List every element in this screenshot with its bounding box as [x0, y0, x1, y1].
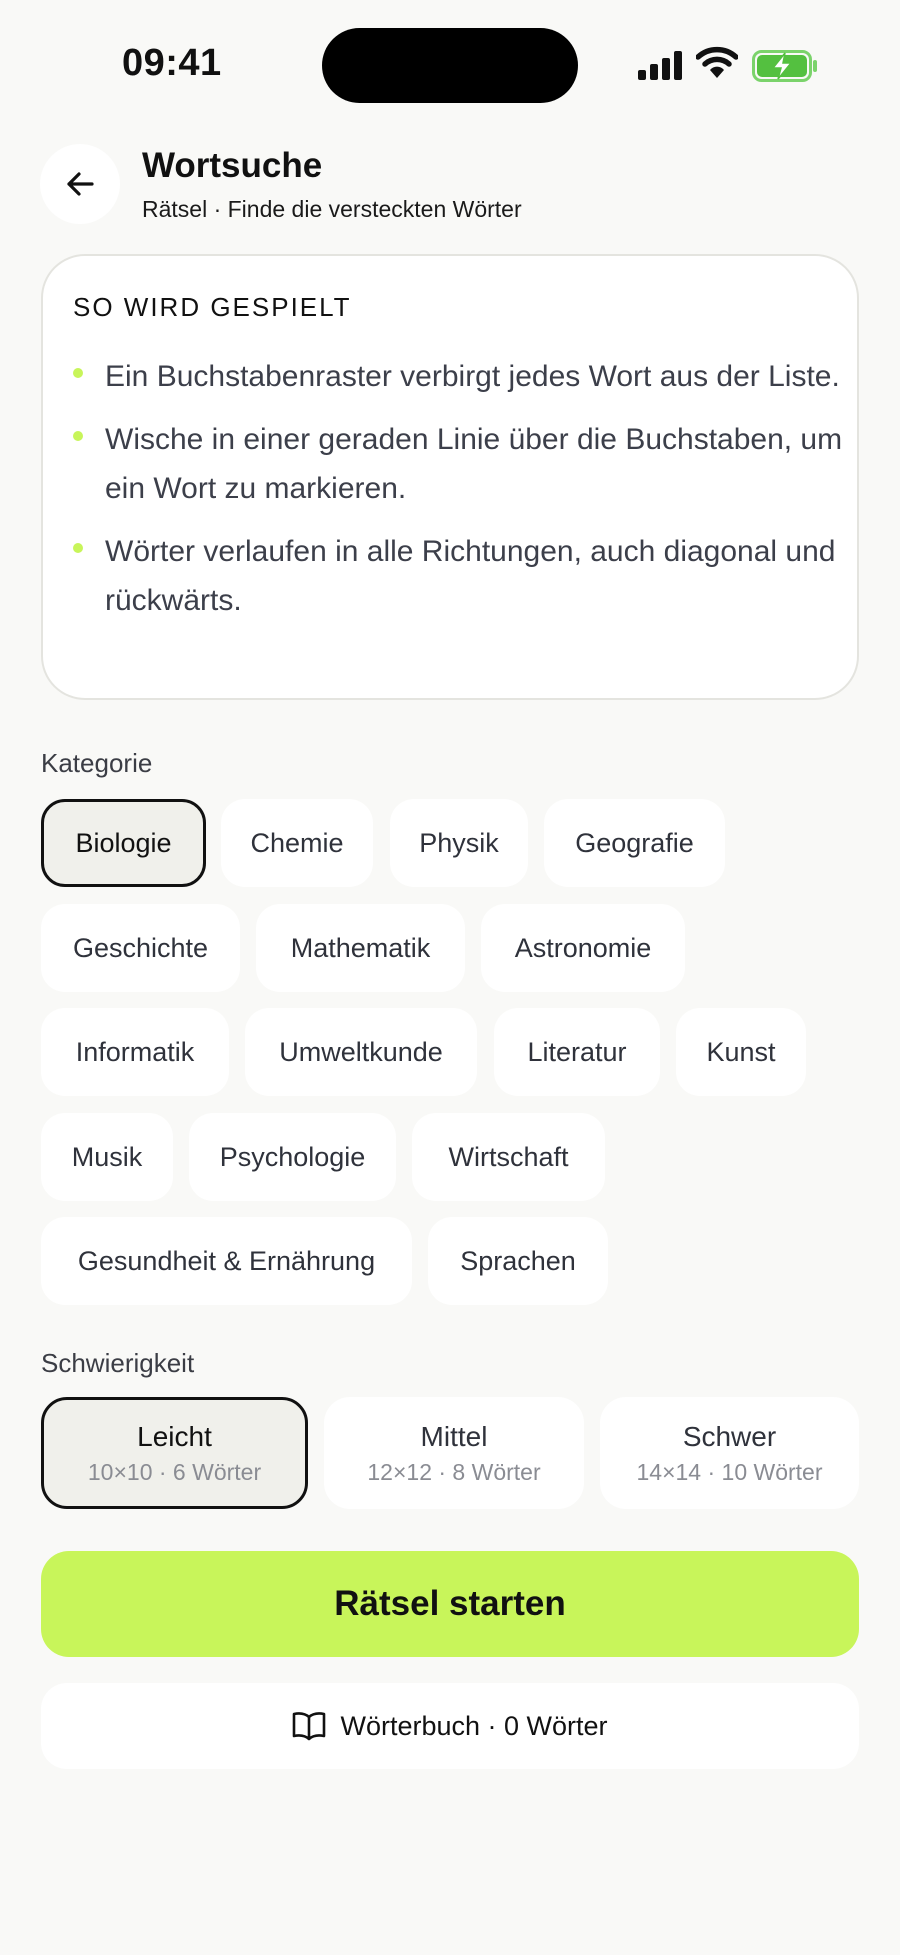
difficulty-meta: 12×12 · 8 Wörter	[367, 1458, 541, 1485]
category-chip-sprachen[interactable]: Sprachen	[428, 1217, 608, 1305]
dynamic-island	[322, 28, 578, 103]
category-chip-gesundheit-ernaehrung[interactable]: Gesundheit & Ernährung	[41, 1217, 412, 1305]
book-open-icon	[293, 1712, 326, 1741]
category-chip-umweltkunde[interactable]: Umweltkunde	[245, 1008, 477, 1096]
category-chip-physik[interactable]: Physik	[390, 799, 528, 887]
category-chip-psychologie[interactable]: Psychologie	[189, 1113, 396, 1201]
rule-item: Wische in einer geraden Linie über die B…	[73, 415, 843, 513]
difficulty-name: Mittel	[420, 1420, 488, 1452]
how-to-play-card: SO WIRD GESPIELT Ein Buchstabenraster ve…	[41, 254, 859, 700]
category-chip-literatur[interactable]: Literatur	[494, 1008, 660, 1096]
status-time: 09:41	[122, 42, 222, 84]
difficulty-option-schwer[interactable]: Schwer 14×14 · 10 Wörter	[600, 1397, 859, 1509]
rules-list: Ein Buchstabenraster verbirgt jedes Wort…	[73, 352, 843, 639]
start-puzzle-button[interactable]: Rätsel starten	[41, 1551, 859, 1657]
bullet-dot-icon	[73, 431, 83, 441]
battery-charging-icon	[752, 50, 817, 82]
wifi-icon	[696, 46, 738, 78]
category-chip-musik[interactable]: Musik	[41, 1113, 173, 1201]
category-chip-biologie[interactable]: Biologie	[41, 799, 206, 887]
category-chip-chemie[interactable]: Chemie	[221, 799, 373, 887]
difficulty-option-leicht[interactable]: Leicht 10×10 · 6 Wörter	[41, 1397, 308, 1509]
category-chip-informatik[interactable]: Informatik	[41, 1008, 229, 1096]
category-chip-astronomie[interactable]: Astronomie	[481, 904, 685, 992]
dictionary-label: Wörterbuch · 0 Wörter	[340, 1710, 608, 1741]
rule-text: Ein Buchstabenraster verbirgt jedes Wort…	[105, 360, 840, 393]
status-bar: 09:41	[0, 0, 900, 130]
rule-item: Wörter verlaufen in alle Richtungen, auc…	[73, 527, 843, 625]
dictionary-button[interactable]: Wörterbuch · 0 Wörter	[41, 1683, 859, 1769]
difficulty-meta: 14×14 · 10 Wörter	[636, 1458, 823, 1485]
how-to-play-title: SO WIRD GESPIELT	[73, 292, 352, 322]
category-chip-geografie[interactable]: Geografie	[544, 799, 725, 887]
word-search-setup-screen: 09:41 Wortsuche Rätsel · Finde die verst…	[0, 0, 900, 1955]
category-chip-wirtschaft[interactable]: Wirtschaft	[412, 1113, 605, 1201]
rule-text: Wörter verlaufen in alle Richtungen, auc…	[105, 535, 836, 617]
page-title: Wortsuche	[142, 146, 323, 185]
page-subtitle: Rätsel · Finde die versteckten Wörter	[142, 196, 522, 222]
difficulty-label: Schwierigkeit	[41, 1348, 195, 1378]
category-label: Kategorie	[41, 748, 153, 778]
rule-item: Ein Buchstabenraster verbirgt jedes Wort…	[73, 352, 843, 401]
category-chip-kunst[interactable]: Kunst	[676, 1008, 806, 1096]
difficulty-meta: 10×10 · 6 Wörter	[87, 1458, 262, 1485]
rule-text: Wische in einer geraden Linie über die B…	[105, 423, 843, 505]
difficulty-name: Leicht	[137, 1420, 212, 1452]
signal-icon	[638, 51, 682, 80]
difficulty-option-mittel[interactable]: Mittel 12×12 · 8 Wörter	[324, 1397, 584, 1509]
bullet-dot-icon	[73, 368, 83, 378]
category-chip-geschichte[interactable]: Geschichte	[41, 904, 240, 992]
back-button[interactable]	[40, 144, 120, 224]
difficulty-name: Schwer	[682, 1420, 777, 1452]
arrow-left-icon	[67, 172, 94, 196]
bullet-dot-icon	[73, 543, 83, 553]
category-chip-mathematik[interactable]: Mathematik	[256, 904, 465, 992]
